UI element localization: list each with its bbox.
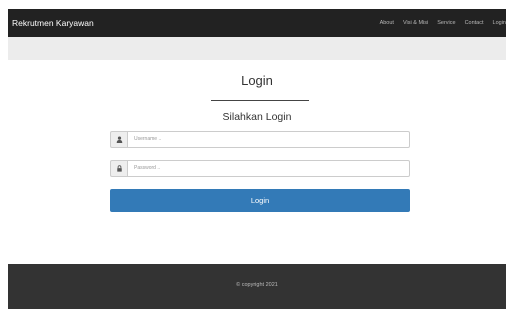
nav-item-service[interactable]: Service bbox=[437, 9, 455, 37]
page-title: Login bbox=[241, 73, 273, 88]
lock-icon bbox=[110, 160, 127, 177]
copyright-text: © copyright 2021 bbox=[236, 282, 278, 288]
brand-link[interactable]: Rekrutmen Karyawan bbox=[12, 9, 94, 37]
username-input[interactable] bbox=[127, 131, 410, 148]
user-icon bbox=[110, 131, 127, 148]
page-frame: Rekrutmen Karyawan About Visi & Misi Ser… bbox=[8, 0, 506, 309]
nav-item-login[interactable]: Login bbox=[493, 9, 506, 37]
login-button[interactable]: Login bbox=[110, 189, 410, 212]
nav-item-contact[interactable]: Contact bbox=[465, 9, 484, 37]
username-field bbox=[110, 131, 410, 148]
navbar: Rekrutmen Karyawan About Visi & Misi Ser… bbox=[8, 9, 506, 37]
nav-menu: About Visi & Misi Service Contact Login bbox=[380, 9, 506, 37]
nav-item-visi-misi[interactable]: Visi & Misi bbox=[403, 9, 428, 37]
footer: © copyright 2021 bbox=[8, 264, 506, 309]
title-divider bbox=[211, 100, 309, 101]
sub-header-bar bbox=[8, 37, 506, 60]
password-input[interactable] bbox=[127, 160, 410, 177]
login-subtitle: Silahkan Login bbox=[222, 111, 292, 123]
password-field bbox=[110, 160, 410, 177]
nav-item-about[interactable]: About bbox=[380, 9, 394, 37]
